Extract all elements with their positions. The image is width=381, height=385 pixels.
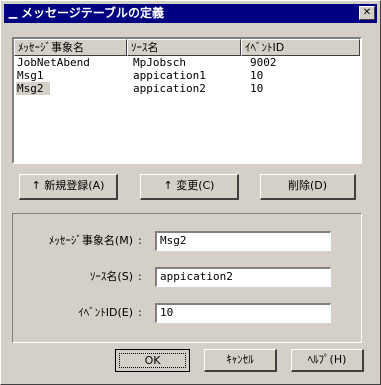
source-name-cell: appication1	[133, 69, 206, 82]
dialog-window: ▁ メッセージテーブルの定義 ✕ ﾒｯｾｰｼﾞ事象名 ｿｰｽ名 ｲﾍﾞﾝﾄID …	[0, 0, 381, 385]
message-list[interactable]: ﾒｯｾｰｼﾞ事象名 ｿｰｽ名 ｲﾍﾞﾝﾄID JobNetAbend MpJob…	[12, 37, 362, 164]
close-icon: ✕	[362, 7, 372, 18]
event-id-cell: 10	[250, 69, 264, 82]
column-header-source-name[interactable]: ｿｰｽ名	[127, 39, 241, 56]
event-name-cell: JobNetAbend	[17, 56, 90, 69]
event-id-cell: 10	[250, 82, 264, 95]
close-button[interactable]: ✕	[359, 6, 375, 20]
window-title: メッセージテーブルの定義	[21, 6, 165, 20]
event-name-label: ﾒｯｾｰｼﾞ事象名(M)	[48, 234, 133, 247]
event-id-colon: :	[138, 306, 142, 319]
source-name-cell: appication2	[133, 82, 206, 95]
add-button[interactable]: ↑ 新規登録(A)	[19, 174, 118, 200]
event-id-label: ｲﾍﾞﾝﾄID(E)	[78, 306, 133, 319]
help-button[interactable]: ﾍﾙﾌﾟ(H)	[291, 349, 364, 372]
event-name-field[interactable]: Msg2	[155, 231, 331, 251]
column-header-event-id[interactable]: ｲﾍﾞﾝﾄID	[241, 39, 360, 56]
source-name-colon: :	[138, 270, 142, 283]
list-row[interactable]: JobNetAbend MpJobsch 9002	[14, 56, 360, 69]
ok-button[interactable]: OK	[115, 349, 190, 372]
system-menu-icon[interactable]: ▁	[6, 6, 20, 20]
delete-button[interactable]: 削除(D)	[260, 174, 356, 200]
source-name-field[interactable]: appication2	[155, 267, 331, 287]
event-id-field[interactable]: 10	[155, 303, 331, 323]
column-header-event-name[interactable]: ﾒｯｾｰｼﾞ事象名	[14, 39, 127, 56]
focus-rectangle	[119, 353, 186, 368]
event-name-cell: Msg2	[16, 82, 50, 95]
source-name-cell: MpJobsch	[133, 56, 186, 69]
event-id-cell: 9002	[250, 56, 277, 69]
cancel-button[interactable]: ｷｬﾝｾﾙ	[204, 349, 277, 372]
source-name-label: ｿｰｽ名(S)	[89, 270, 133, 283]
list-row[interactable]: Msg1 appication1 10	[14, 69, 360, 82]
event-name-cell: Msg1	[17, 69, 44, 82]
list-row-selected[interactable]: Msg2 appication2 10	[14, 82, 360, 95]
event-name-colon: :	[138, 234, 142, 247]
title-bar[interactable]: ▁ メッセージテーブルの定義 ✕	[4, 4, 377, 23]
change-button[interactable]: ↑ 変更(C)	[140, 174, 239, 200]
